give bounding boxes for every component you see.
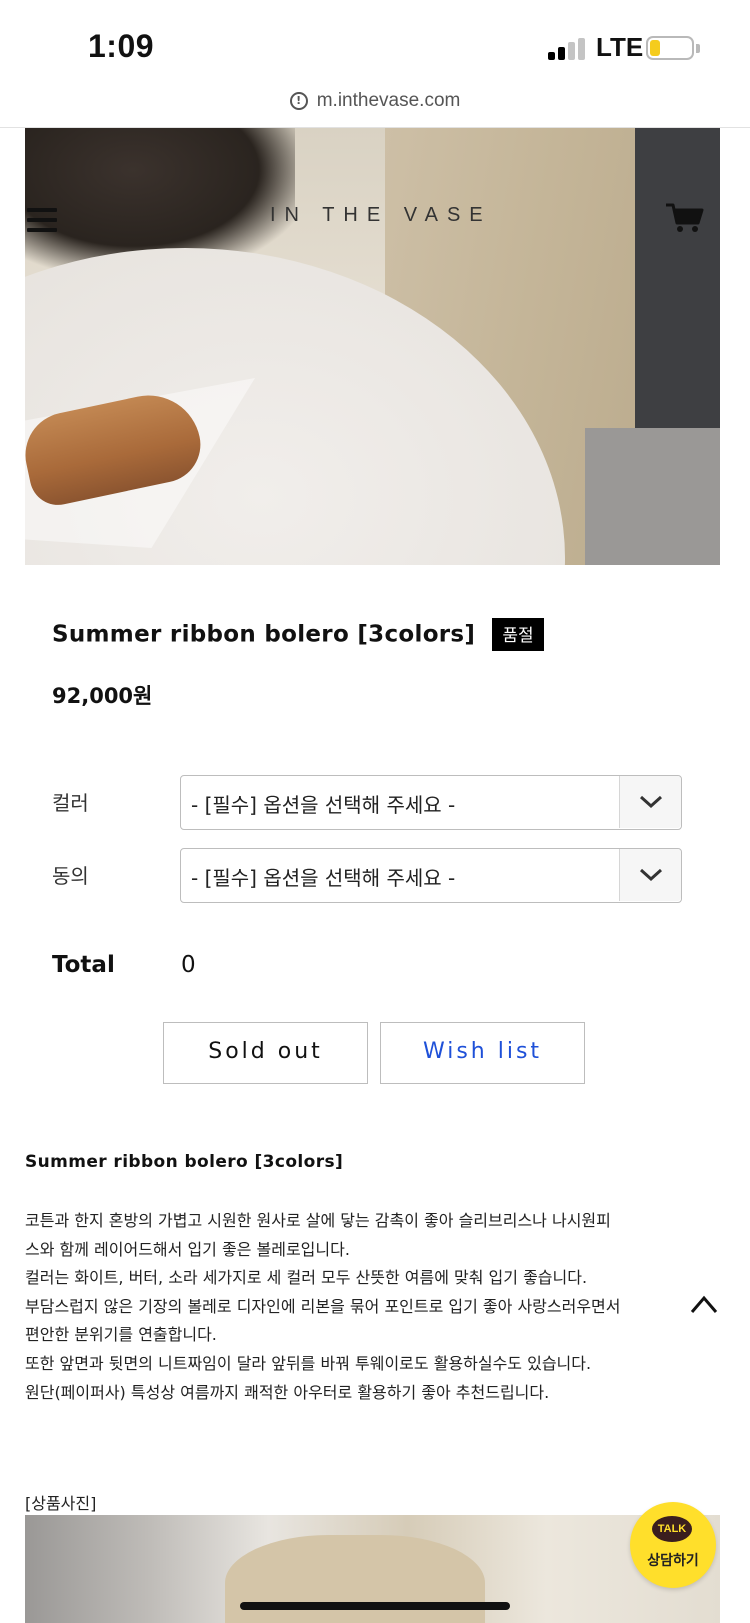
product-photos-label: [상품사진] (25, 1494, 97, 1513)
wish-list-button[interactable]: Wish list (380, 1022, 585, 1084)
hamburger-menu-icon[interactable] (27, 208, 57, 232)
info-icon: ! (289, 92, 308, 110)
description-line: 코튼과 한지 혼방의 가볍고 시원한 원사로 살에 닿는 감촉이 좋아 슬리브리… (25, 1211, 611, 1230)
option-label: 컬러 (52, 791, 89, 815)
select-value: - [필수] 옵션을 선택해 주세요 - (191, 866, 456, 890)
battery-tip (696, 44, 700, 53)
description-line: 또한 앞면과 뒷면의 니트짜임이 달라 앞뒤를 바꿔 투웨이로도 활용하실수도 … (25, 1353, 592, 1373)
url-bar[interactable]: ! m.inthevase.com (0, 90, 750, 128)
status-badge: 품절 (492, 618, 544, 651)
battery-level (650, 40, 660, 56)
description-line: 컬러는 화이트, 버터, 소라 세가지로 세 컬러 모두 산뜻한 여름에 맞춰 … (25, 1268, 588, 1288)
description-line: 편안한 분위기를 연출합니다. (25, 1325, 217, 1345)
talk-icon: TALK (652, 1516, 692, 1542)
sold-out-button[interactable]: Sold out (163, 1022, 368, 1084)
total-value: 0 (181, 952, 196, 978)
description-line: 부담스럽지 않은 기장의 볼레로 디자인에 리본을 묶어 포인트로 입기 좋아 … (25, 1296, 621, 1316)
description-title: Summer ribbon bolero [3colors] (25, 1152, 344, 1172)
chat-consult-label: 상담하기 (647, 1553, 699, 1569)
description-line: 원단(페이퍼사) 특성상 여름까지 쾌적한 아우터로 활용하기 좋아 추천드립니… (25, 1382, 550, 1402)
status-time: 1:09 (88, 28, 155, 64)
hero-background-stone (585, 428, 720, 565)
select-value: - [필수] 옵션을 선택해 주세요 - (191, 793, 456, 817)
site-logo[interactable]: IN THE VASE (270, 204, 492, 227)
product-title-row: Summer ribbon bolero [3colors] 품절 (52, 618, 544, 654)
chevron-down-icon[interactable] (619, 849, 681, 901)
product-title: Summer ribbon bolero [3colors] (52, 621, 476, 648)
option-label: 동의 (52, 864, 89, 888)
product-hero-image[interactable]: IN THE VASE (25, 128, 720, 565)
home-indicator[interactable] (240, 1602, 510, 1610)
chevron-down-icon[interactable] (619, 776, 681, 828)
url-text: m.inthevase.com (316, 90, 461, 111)
agree-select[interactable]: - [필수] 옵션을 선택해 주세요 - (180, 848, 682, 903)
total-label: Total (52, 952, 115, 978)
scroll-to-top-icon[interactable] (690, 1294, 718, 1314)
option-row-agree: 동의 - [필수] 옵션을 선택해 주세요 - (52, 848, 682, 904)
color-select[interactable]: - [필수] 옵션을 선택해 주세요 - (180, 775, 682, 830)
signal-icon (548, 38, 588, 60)
hero-background-dark (635, 128, 720, 428)
description-line: 스와 함께 레이어드해서 입기 좋은 볼레로입니다. (25, 1239, 350, 1259)
option-row-color: 컬러 - [필수] 옵션을 선택해 주세요 - (52, 775, 682, 831)
battery-icon (646, 36, 694, 60)
description-body: 코튼과 한지 혼방의 가볍고 시원한 원사로 살에 닿는 감촉이 좋아 슬리브리… (25, 1207, 725, 1407)
chat-consult-button[interactable]: TALK 상담하기 (630, 1502, 716, 1588)
status-bar: 1:09 LTE (0, 0, 750, 90)
hero-hair (25, 128, 295, 268)
shopping-cart-icon[interactable] (665, 202, 705, 234)
network-label: LTE (596, 32, 644, 62)
product-price: 92,000원 (52, 684, 153, 708)
